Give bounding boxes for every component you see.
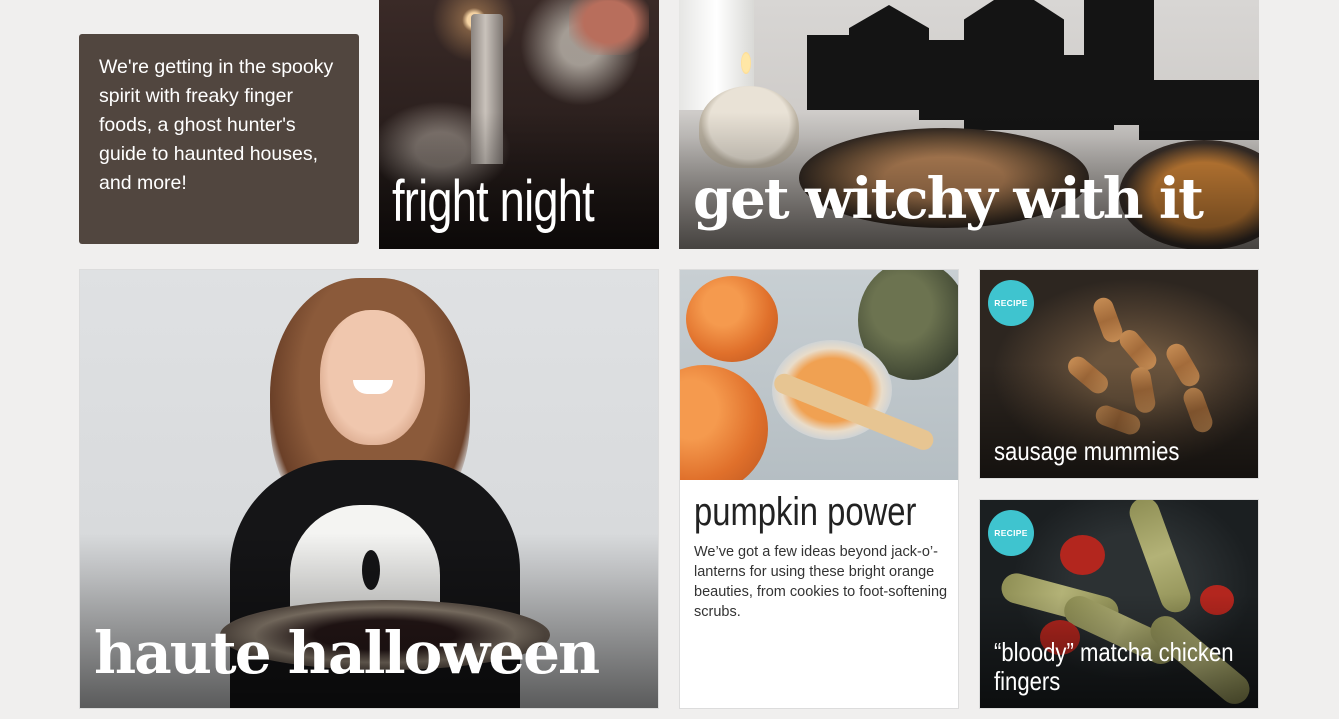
- pumpkin-power-image: [680, 270, 958, 480]
- sausage-mummies-title: sausage mummies: [994, 436, 1180, 466]
- pumpkin-power-title: pumpkin power: [694, 490, 917, 534]
- sausage-mummies-tile[interactable]: RECIPE sausage mummies: [979, 269, 1259, 479]
- get-witchy-tile[interactable]: get witchy with it: [679, 0, 1259, 249]
- pumpkin-power-description: We’ve got a few ideas beyond jack-o’-lan…: [694, 544, 948, 620]
- fright-night-tile[interactable]: fright night: [379, 0, 659, 249]
- haute-halloween-title: haute halloween: [94, 619, 600, 687]
- pumpkin-power-card[interactable]: pumpkin power We’ve got a few ideas beyo…: [679, 269, 959, 709]
- fright-night-title: fright night: [392, 169, 595, 234]
- intro-text: We're getting in the spooky spirit with …: [99, 56, 334, 194]
- matcha-chicken-fingers-tile[interactable]: RECIPE “bloody” matcha chicken fingers: [979, 499, 1259, 709]
- recipe-badge: RECIPE: [988, 280, 1034, 326]
- recipe-badge: RECIPE: [988, 510, 1034, 556]
- get-witchy-title: get witchy with it: [693, 166, 1204, 232]
- haute-halloween-tile[interactable]: haute halloween: [79, 269, 659, 709]
- matcha-chicken-fingers-title: “bloody” matcha chicken fingers: [994, 637, 1234, 696]
- intro-text-box: We're getting in the spooky spirit with …: [79, 34, 359, 244]
